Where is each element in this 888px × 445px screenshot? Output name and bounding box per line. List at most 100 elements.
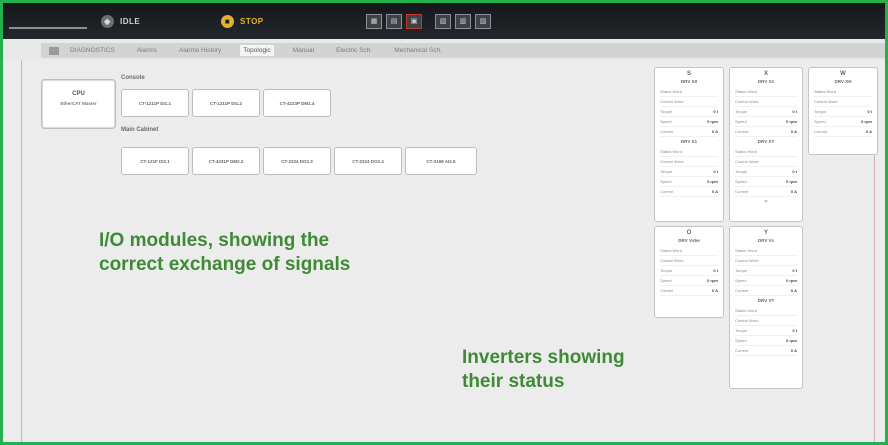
io-module[interactable]: CT-2224 DO2.3: [263, 147, 331, 175]
tab-manual[interactable]: Manual: [290, 45, 317, 56]
io-annotation-line1: I/O modules, showing the: [99, 230, 330, 251]
stop-label: STOP: [240, 16, 264, 26]
speed-row: Speed 0 rpm: [735, 177, 797, 187]
main-cabinet-label: Main Cabinet: [121, 127, 159, 133]
inverter-card-w[interactable]: W DRV XH Status Word Control Word Torque…: [808, 67, 878, 155]
io-module[interactable]: CT-1211P DI1.2: [192, 89, 260, 117]
io-annotation: I/O modules, showing the correct exchang…: [99, 229, 350, 277]
cpu-title: CPU: [72, 91, 85, 97]
status-word-row: Status Word: [660, 246, 718, 256]
inverter-card-s[interactable]: S DRV X0 Status Word Control Word Torque…: [654, 67, 724, 222]
diagnostics-icon: [49, 46, 59, 55]
speed-row: Speed 0 rpm: [814, 117, 872, 127]
tab-topologic[interactable]: Topologic: [240, 45, 274, 56]
tool-3-icon[interactable]: ▣: [406, 14, 422, 29]
speed-row: Speed 0 rpm: [660, 177, 718, 187]
tab-alarms-history[interactable]: Alarms History: [176, 45, 224, 56]
expand-chevron-icon[interactable]: ⌄: [735, 197, 797, 205]
divider-right: [874, 140, 875, 442]
speed-row: Speed 0 rpm: [735, 336, 797, 346]
io-module[interactable]: CT-121F DI2.1: [121, 147, 189, 175]
control-word-row: Control Word: [735, 157, 797, 167]
io-annotation-line2: correct exchange of signals: [99, 254, 351, 275]
tab-bar: DIAGNOSTICS Alarms Alarms History Topolo…: [41, 43, 885, 58]
torque-row: Torque 0 t: [735, 167, 797, 177]
control-word-row: Control Word: [660, 157, 718, 167]
status-word-row: Status Word: [814, 87, 872, 97]
status-word-row: Status Word: [735, 246, 797, 256]
inverter-card-y[interactable]: Y DRV Vc Status Word Control Word Torque…: [729, 226, 803, 389]
tool-2-icon[interactable]: ▤: [386, 14, 402, 29]
control-word-row: Control Word: [814, 97, 872, 107]
stop-button[interactable]: ■ STOP: [221, 11, 264, 31]
drive-label: DRV X0: [680, 79, 698, 84]
screen-frame: ◆ IDLE ■ STOP ▦ ▤ ▣ ▧ ▥ ▨ DIAGNOSTICS Al…: [0, 0, 888, 445]
cpu-card[interactable]: CPU EtherCAT Master: [41, 79, 116, 129]
console-label: Console: [121, 75, 145, 81]
io-module[interactable]: CT-4231P DM2.2: [192, 147, 260, 175]
drive-label: DRV Vsbe: [678, 238, 700, 243]
tab-electric-sch[interactable]: Electric Sch.: [333, 45, 375, 56]
inverter-axis: X: [763, 71, 768, 77]
tool-1-icon[interactable]: ▦: [366, 14, 382, 29]
current-row: Current 0 A: [660, 286, 718, 296]
io-module[interactable]: CT-2224 DO2.4: [334, 147, 402, 175]
inverter-card-o[interactable]: O DRV Vsbe Status Word Control Word Torq…: [654, 226, 724, 318]
inverter-annotation-line1: Inverters showing: [462, 347, 625, 368]
inverter-annotation: Inverters showing their status: [462, 346, 625, 394]
tab-mechanical-sch[interactable]: Mechanical Sch.: [391, 45, 445, 56]
inverter-annotation-line2: their status: [462, 371, 565, 392]
torque-row: Torque 0 t: [735, 107, 797, 117]
top-toolbar: ◆ IDLE ■ STOP ▦ ▤ ▣ ▧ ▥ ▨: [3, 3, 885, 39]
control-word-row: Control Word: [660, 256, 718, 266]
io-module[interactable]: CT-1211P DI1.1: [121, 89, 189, 117]
torque-row: Torque 0 t: [660, 167, 718, 177]
speed-row: Speed 0 rpm: [735, 276, 797, 286]
speed-row: Speed 0 rpm: [660, 117, 718, 127]
topology-pane: CPU EtherCAT Master Console CT-1211P DI1…: [3, 60, 885, 442]
cpu-subtitle: EtherCAT Master: [60, 101, 97, 106]
drive-label: DRV XT: [757, 139, 775, 144]
control-word-row: Control Word: [735, 316, 797, 326]
torque-row: Torque 0 t: [660, 107, 718, 117]
idle-button[interactable]: ◆ IDLE: [101, 11, 140, 31]
drive-label: DRV VT: [757, 298, 775, 303]
tool-4-icon[interactable]: ▧: [435, 14, 451, 29]
drive-label: DRV X1: [757, 79, 775, 84]
status-line: [9, 27, 87, 29]
torque-row: Torque 0 t: [735, 326, 797, 336]
status-word-row: Status Word: [660, 147, 718, 157]
inverter-card-x[interactable]: X DRV X1 Status Word Control Word Torque…: [729, 67, 803, 222]
current-row: Current 0 A: [814, 127, 872, 137]
tool-6-icon[interactable]: ▨: [475, 14, 491, 29]
speed-row: Speed 0 rpm: [735, 117, 797, 127]
idle-label: IDLE: [120, 16, 141, 26]
idle-icon: ◆: [101, 14, 114, 28]
status-word-row: Status Word: [735, 306, 797, 316]
stop-icon: ■: [221, 14, 234, 28]
drive-label: DRV Vc: [757, 238, 775, 243]
torque-row: Torque 0 t: [735, 266, 797, 276]
tab-alarms[interactable]: Alarms: [134, 45, 160, 56]
status-word-row: Status Word: [660, 87, 718, 97]
tool-5-icon[interactable]: ▥: [455, 14, 471, 29]
current-row: Current 0 A: [735, 346, 797, 356]
inverter-axis: O: [686, 230, 692, 236]
divider-left: [21, 60, 22, 442]
status-word-row: Status Word: [735, 147, 797, 157]
drive-label: DRV X1: [680, 139, 698, 144]
control-word-row: Control Word: [735, 97, 797, 107]
current-row: Current 0 A: [735, 286, 797, 296]
io-module[interactable]: CT-4223P DM1.4: [263, 89, 331, 117]
current-row: Current 0 A: [660, 187, 718, 197]
inverter-axis: S: [686, 71, 691, 77]
torque-row: Torque 0 t: [814, 107, 872, 117]
current-row: Current 0 A: [660, 127, 718, 137]
current-row: Current 0 A: [735, 127, 797, 137]
tab-diagnostics[interactable]: DIAGNOSTICS: [67, 45, 118, 56]
inverter-axis: Y: [763, 230, 768, 236]
status-word-row: Status Word: [735, 87, 797, 97]
io-module[interactable]: CT-3168 AI2.5: [405, 147, 477, 175]
torque-row: Torque 0 t: [660, 266, 718, 276]
control-word-row: Control Word: [735, 256, 797, 266]
